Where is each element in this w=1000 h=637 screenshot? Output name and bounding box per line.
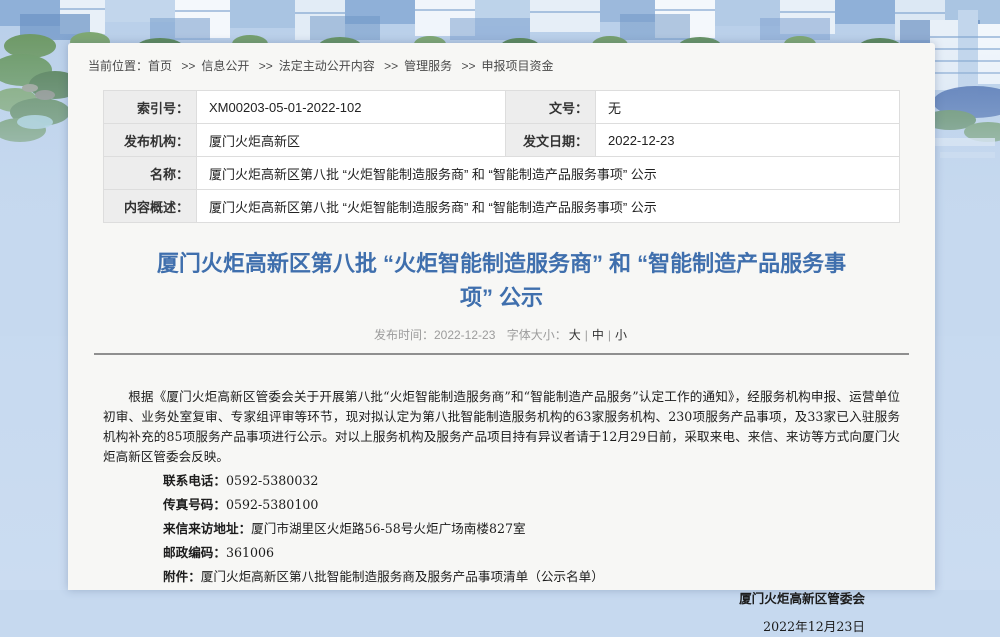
table-row: 内容概述： 厦门火炬高新区第八批 “火炬智能制造服务商” 和 “智能制造产品服务… (104, 190, 900, 223)
issue-date-value: 2022-12-23 (596, 124, 900, 157)
font-size-medium-button[interactable]: 中 (592, 328, 604, 342)
contact-address-row: 来信来访地址：厦门市湖里区火炬路56-58号火炬广场南楼827室 (163, 519, 900, 539)
doc-number-label: 文号： (506, 91, 596, 124)
signature-organization: 厦门火炬高新区管委会 (103, 589, 865, 609)
breadcrumb-item-info-disclosure[interactable]: 信息公开 (201, 59, 249, 73)
content-panel: 当前位置：首页 >> 信息公开 >> 法定主动公开内容 >> 管理服务 >> 申报项目资… (68, 43, 935, 590)
article-body: 根据《厦门火炬高新区管委会关于开展第八批“火炬智能制造服务商”和“智能制造产品服… (103, 387, 900, 637)
phone-label: 联系电话： (163, 473, 226, 488)
table-row: 发布机构： 厦门火炬高新区 发文日期： 2022-12-23 (104, 124, 900, 157)
font-size-separator: | (585, 328, 588, 342)
phone-value: 0592-5380032 (226, 473, 318, 488)
publish-time-label: 发布时间： (374, 328, 434, 342)
breadcrumb-item-management-services[interactable]: 管理服务 (404, 59, 452, 73)
title-divider (94, 353, 909, 355)
signature-block: 厦门火炬高新区管委会 2022年12月23日 (103, 589, 900, 637)
page-title: 厦门火炬高新区第八批 “火炬智能制造服务商” 和 “智能制造产品服务事项” 公示 (145, 247, 858, 315)
breadcrumb-separator: >> (181, 59, 195, 73)
doc-name-value: 厦门火炬高新区第八批 “火炬智能制造服务商” 和 “智能制造产品服务事项” 公示 (197, 157, 900, 190)
font-size-small-button[interactable]: 小 (615, 328, 627, 342)
contact-postcode-row: 邮政编码：361006 (163, 543, 900, 563)
breadcrumb: 当前位置：首页 >> 信息公开 >> 法定主动公开内容 >> 管理服务 >> 申报项目资… (68, 43, 935, 90)
signature-date: 2022年12月23日 (103, 617, 865, 637)
table-row: 名称： 厦门火炬高新区第八批 “火炬智能制造服务商” 和 “智能制造产品服务事项… (104, 157, 900, 190)
announcement-paragraph: 根据《厦门火炬高新区管委会关于开展第八批“火炬智能制造服务商”和“智能制造产品服… (103, 387, 900, 467)
contact-phone-row: 联系电话：0592-5380032 (163, 471, 900, 491)
postcode-value: 361006 (226, 545, 274, 560)
breadcrumb-separator: >> (462, 59, 476, 73)
table-row: 索引号： XM00203-05-01-2022-102 文号： 无 (104, 91, 900, 124)
postcode-label: 邮政编码： (163, 545, 226, 560)
attachment-row: 附件：厦门火炬高新区第八批智能制造服务商及服务产品事项清单（公示名单） (163, 567, 900, 587)
breadcrumb-item-home[interactable]: 首页 (148, 59, 172, 73)
breadcrumb-item-project-funding[interactable]: 申报项目资金 (482, 59, 554, 73)
breadcrumb-label: 当前位置： (88, 59, 148, 73)
fax-value: 0592-5380100 (226, 497, 318, 512)
font-size-separator: | (608, 328, 611, 342)
breadcrumb-separator: >> (259, 59, 273, 73)
issue-date-label: 发文日期： (506, 124, 596, 157)
doc-name-label: 名称： (104, 157, 197, 190)
contact-fax-row: 传真号码：0592-5380100 (163, 495, 900, 515)
summary-label: 内容概述： (104, 190, 197, 223)
address-value: 厦门市湖里区火炬路56-58号火炬广场南楼827室 (251, 521, 525, 536)
attachment-label: 附件： (163, 569, 201, 584)
index-number-label: 索引号： (104, 91, 197, 124)
doc-number-value: 无 (596, 91, 900, 124)
publish-time-value: 2022-12-23 (434, 328, 495, 342)
publisher-value: 厦门火炬高新区 (197, 124, 506, 157)
address-label: 来信来访地址： (163, 521, 251, 536)
publish-info-row: 发布时间：2022-12-23 字体大小：大 | 中 | 小 (103, 327, 900, 343)
breadcrumb-item-statutory-disclosure[interactable]: 法定主动公开内容 (279, 59, 375, 73)
publisher-label: 发布机构： (104, 124, 197, 157)
font-size-label: 字体大小： (507, 328, 567, 342)
font-size-large-button[interactable]: 大 (569, 328, 581, 342)
fax-label: 传真号码： (163, 497, 226, 512)
summary-value: 厦门火炬高新区第八批 “火炬智能制造服务商” 和 “智能制造产品服务事项” 公示 (197, 190, 900, 223)
attachment-link[interactable]: 厦门火炬高新区第八批智能制造服务商及服务产品事项清单（公示名单） (201, 569, 604, 584)
document-meta-table: 索引号： XM00203-05-01-2022-102 文号： 无 发布机构： … (103, 90, 900, 223)
index-number-value: XM00203-05-01-2022-102 (197, 91, 506, 124)
breadcrumb-separator: >> (384, 59, 398, 73)
